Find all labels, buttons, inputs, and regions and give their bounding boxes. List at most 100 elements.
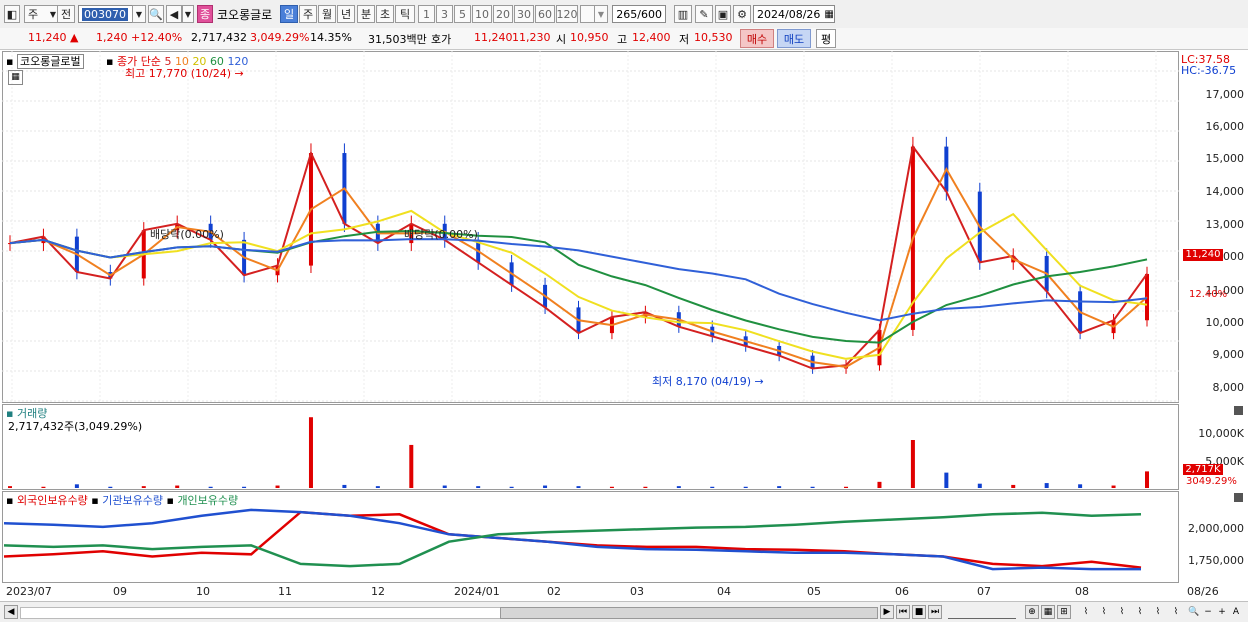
- calendar-icon[interactable]: ▦: [824, 9, 833, 20]
- x-tick: 02: [547, 585, 561, 598]
- tool-icon[interactable]: ⌇: [1169, 605, 1183, 619]
- volume-value-label: 2,717,432주(3,049.29%): [8, 420, 143, 433]
- jong-badge: 종: [197, 5, 213, 23]
- chart-menu-icon[interactable]: ◧: [4, 5, 20, 23]
- tool-icon[interactable]: ⌇: [1097, 605, 1111, 619]
- period-second[interactable]: 초: [376, 5, 394, 23]
- zoom-out-icon[interactable]: −: [1201, 605, 1215, 619]
- x-tick: 06: [895, 585, 909, 598]
- period-month[interactable]: 월: [318, 5, 336, 23]
- y-tick: 17,000: [1205, 88, 1245, 101]
- draw-tool-icon[interactable]: ✎: [695, 5, 713, 23]
- tool-icon[interactable]: ⌇: [1133, 605, 1147, 619]
- interval-dropdown-icon[interactable]: ▼: [594, 5, 608, 23]
- period-minute[interactable]: 분: [357, 5, 375, 23]
- volume-bar: [1078, 484, 1083, 488]
- open-label: 시: [556, 33, 567, 46]
- speaker-dropdown-icon[interactable]: ▼: [182, 5, 194, 23]
- count-input[interactable]: 265/600: [612, 5, 666, 23]
- volume-bar: [442, 485, 447, 488]
- compare-icon[interactable]: ⊞: [1057, 605, 1071, 619]
- sell-button[interactable]: 매도: [777, 29, 811, 48]
- x-tick: 08/26: [1187, 585, 1219, 598]
- scroll-right-icon[interactable]: ▶: [880, 605, 894, 619]
- interval-20[interactable]: 20: [493, 5, 513, 23]
- zoom-slider[interactable]: [948, 606, 1016, 619]
- crosshair-icon[interactable]: ⊕: [1025, 605, 1039, 619]
- x-tick: 2023/07: [6, 585, 52, 598]
- y-tick: 2,000,000: [1188, 522, 1244, 535]
- volume-bar: [810, 486, 815, 488]
- font-size-icon[interactable]: A: [1229, 605, 1243, 619]
- low-price: 10,530: [694, 31, 733, 44]
- volume-bar: [643, 486, 648, 488]
- low-label: 저: [679, 33, 690, 46]
- volume-bar: [375, 486, 380, 488]
- scroll-thumb[interactable]: [500, 607, 878, 619]
- interval-10[interactable]: 10: [472, 5, 492, 23]
- volume-bar: [777, 486, 782, 488]
- zoom-icon[interactable]: 🔍: [1187, 605, 1201, 619]
- prev-button[interactable]: 전: [57, 5, 75, 23]
- volume-bar: [676, 486, 681, 488]
- interval-30[interactable]: 30: [514, 5, 534, 23]
- period-tick[interactable]: 틱: [395, 5, 415, 23]
- volume-pct-tag: 3049.29%: [1186, 476, 1237, 487]
- open-price: 10,950: [570, 31, 609, 44]
- x-tick: 05: [807, 585, 821, 598]
- interval-60[interactable]: 60: [535, 5, 555, 23]
- volume-chart-svg[interactable]: [2, 404, 1179, 490]
- y-tick: 1,750,000: [1188, 554, 1244, 567]
- volume-bar: [1111, 485, 1116, 488]
- turnover-rate: 14.35%: [310, 31, 352, 44]
- dividend-note-1: 배당락(0.00%): [150, 228, 224, 241]
- volume-bar: [41, 486, 46, 488]
- interval-5[interactable]: 5: [454, 5, 471, 23]
- institution-holdings-label: 기관보유수량: [102, 494, 163, 507]
- high-price: 12,400: [632, 31, 671, 44]
- buy-button[interactable]: 매수: [740, 29, 774, 48]
- tool-icon[interactable]: ⌇: [1115, 605, 1129, 619]
- tool-icon[interactable]: ⌇: [1079, 605, 1093, 619]
- holdings-y-axis: 2,000,000 1,750,000: [1179, 491, 1244, 583]
- interval-3[interactable]: 3: [436, 5, 453, 23]
- volume-bar: [1044, 483, 1049, 488]
- save-icon[interactable]: ▣: [715, 5, 731, 23]
- period-day[interactable]: 일: [280, 5, 298, 23]
- price-y-axis: 17,000 16,000 15,000 14,000 13,000 12,00…: [1179, 51, 1245, 403]
- grid-icon[interactable]: ▦: [1041, 605, 1055, 619]
- volume-bar: [576, 486, 581, 488]
- table-toggle-icon[interactable]: ▦: [8, 70, 23, 85]
- y-tick: 16,000: [1205, 120, 1245, 133]
- stock-legend: ▪ 코오롱글로벌: [6, 53, 84, 69]
- zoom-in-icon[interactable]: +: [1215, 605, 1229, 619]
- volume-bar: [409, 444, 414, 488]
- period-year[interactable]: 년: [337, 5, 355, 23]
- individual-holdings-label: 개인보유수량: [177, 494, 239, 507]
- interval-120[interactable]: 120: [556, 5, 578, 23]
- even-button[interactable]: 평: [816, 29, 836, 48]
- volume-bar: [944, 472, 949, 488]
- date-input[interactable]: 2024/08/26 ▦: [753, 5, 835, 23]
- chevron-down-icon: ▼: [49, 9, 56, 19]
- trade-amount: 31,503백만: [368, 33, 427, 46]
- volume-bar: [242, 486, 247, 488]
- speaker-icon[interactable]: ◀: [166, 5, 182, 23]
- tool-icon[interactable]: ⌇: [1151, 605, 1165, 619]
- scroll-left-icon[interactable]: ◀: [4, 605, 18, 619]
- search-icon[interactable]: 🔍: [148, 5, 164, 23]
- mode-select[interactable]: 주 ▼: [24, 5, 60, 23]
- candle-type-icon[interactable]: ▥: [674, 5, 692, 23]
- y-tick: 14,000: [1205, 185, 1245, 198]
- x-tick: 04: [717, 585, 731, 598]
- period-week[interactable]: 주: [299, 5, 317, 23]
- interval-1[interactable]: 1: [418, 5, 435, 23]
- first-icon[interactable]: ⏮: [896, 605, 910, 619]
- dividend-note-2: 배당락(0.00%): [404, 228, 478, 241]
- bid-label: 호가: [431, 33, 452, 46]
- last-icon[interactable]: ⏭: [928, 605, 942, 619]
- code-dropdown-icon[interactable]: ▼: [132, 5, 146, 23]
- stop-icon[interactable]: ■: [912, 605, 926, 619]
- high-label: 고: [617, 33, 628, 46]
- gear-icon[interactable]: ⚙: [733, 5, 751, 23]
